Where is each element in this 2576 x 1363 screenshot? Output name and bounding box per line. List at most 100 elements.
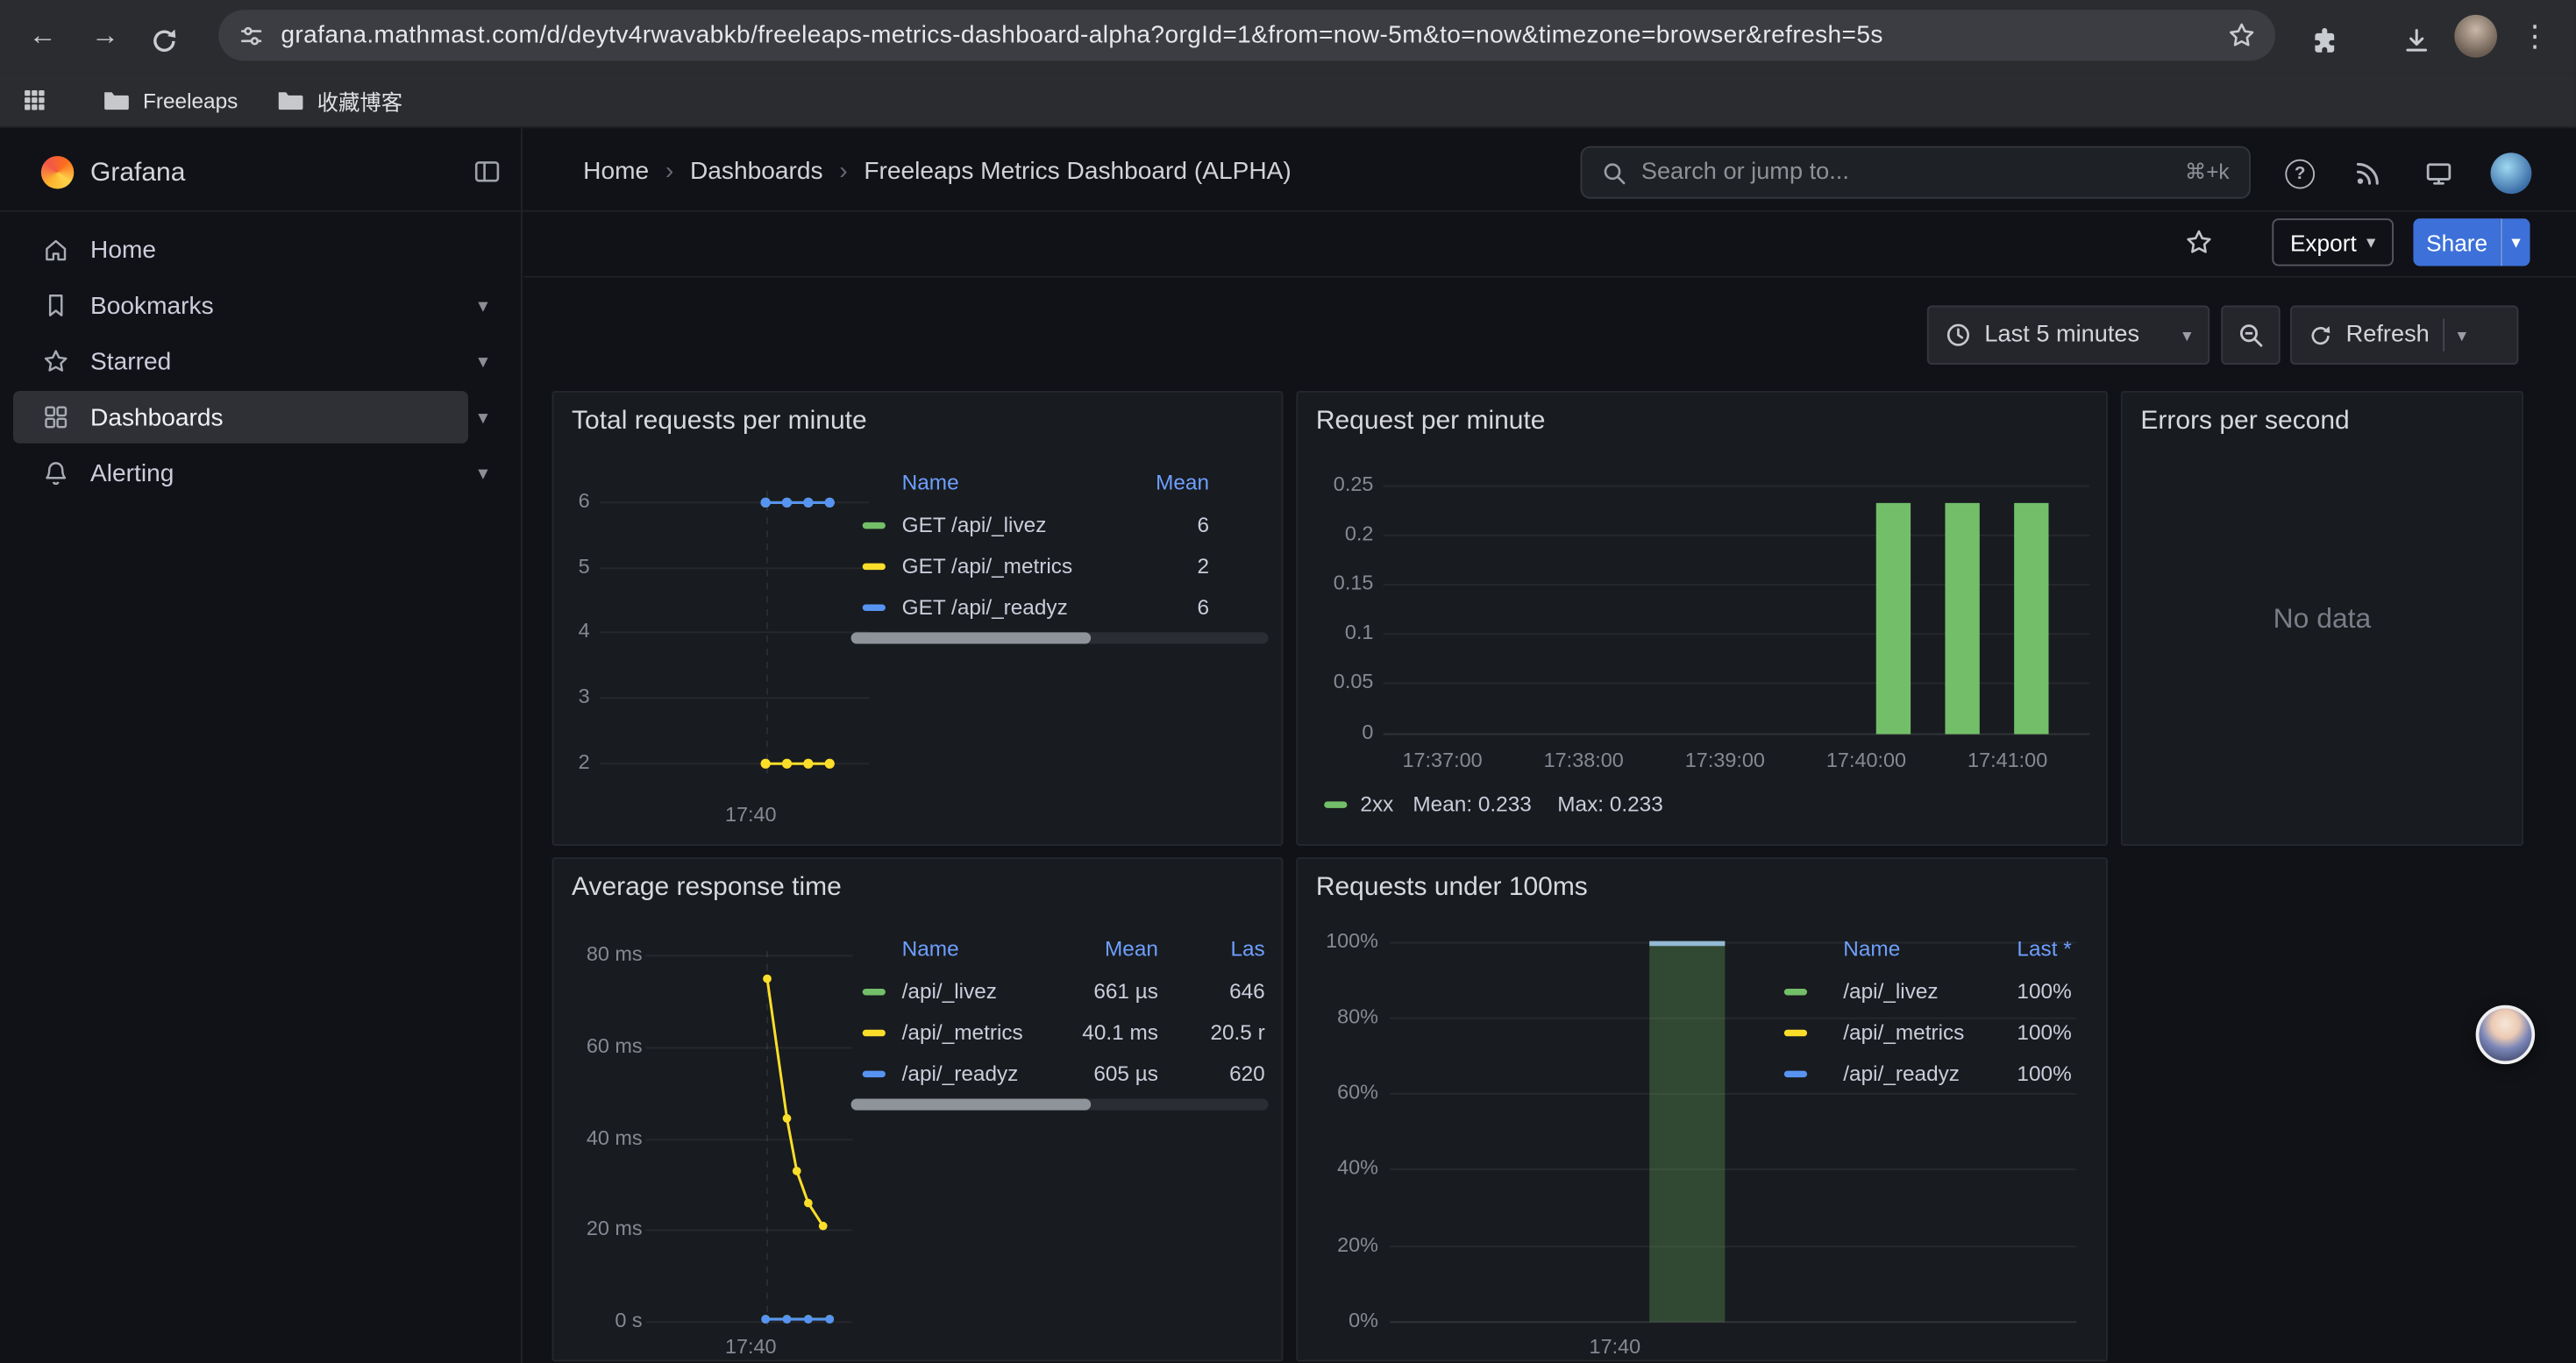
forward-icon[interactable]: → [85, 17, 125, 56]
news-rss-icon[interactable] [2354, 160, 2382, 188]
legend-col-name[interactable]: Name [902, 936, 959, 961]
legend-mean-value: 605 µs [1093, 1061, 1158, 1085]
sidebar-item-home[interactable]: Home [13, 224, 468, 276]
legend-col-last[interactable]: Las [1230, 936, 1264, 961]
legend-series-name[interactable]: /api/_metrics [1843, 1020, 1964, 1045]
series-color-dash[interactable] [863, 605, 886, 611]
chevron-down-icon[interactable]: ▾ [478, 406, 487, 429]
series-color-dash[interactable] [1784, 1030, 1807, 1036]
back-icon[interactable]: ← [23, 17, 62, 56]
url-text[interactable]: grafana.mathmast.com/d/deytv4rwavabkb/fr… [281, 21, 2211, 49]
legend-mean-value: 661 µs [1093, 979, 1158, 1004]
legend-series-name[interactable]: /api/_metrics [902, 1020, 1023, 1045]
bookmark-folder-blogs[interactable]: 收藏博客 [276, 72, 402, 128]
y-tick: 0% [1298, 1309, 1378, 1331]
legend-series-name[interactable]: 2xx [1360, 792, 1393, 816]
legend-series-name[interactable]: GET /api/_metrics [902, 553, 1072, 578]
sidebar-item-bookmarks[interactable]: Bookmarks [13, 280, 468, 332]
share-split-button: Share ▾ [2413, 218, 2530, 266]
y-tick: 0.05 [1298, 670, 1373, 692]
monitor-icon[interactable] [2425, 160, 2453, 188]
legend-col-name[interactable]: Name [1843, 936, 1900, 961]
chevron-down-icon[interactable]: ▾ [478, 294, 487, 316]
user-avatar[interactable] [2491, 153, 2532, 194]
legend-last-value: 20.5 r [1210, 1020, 1264, 1045]
x-tick: 17:41:00 [1948, 749, 2067, 771]
refresh-button[interactable]: Refresh ▾ [2290, 306, 2518, 365]
legend-last-value: 100% [2017, 979, 2071, 1004]
y-tick: 0.1 [1298, 621, 1373, 643]
series-color-dash[interactable] [1324, 801, 1347, 807]
chevron-down-icon[interactable]: ▾ [478, 462, 487, 485]
time-range-picker[interactable]: Last 5 minutes ▾ [1927, 306, 2210, 365]
legend-series-name[interactable]: /api/_livez [902, 979, 997, 1004]
refresh-interval-chevron[interactable]: ▾ [2458, 324, 2466, 345]
legend-scrollbar-thumb[interactable] [851, 632, 1092, 643]
downloads-icon[interactable] [2397, 21, 2437, 60]
x-tick: 17:40 [1557, 1335, 1672, 1358]
help-icon[interactable]: ? [2285, 160, 2315, 189]
legend-series-name[interactable]: /api/_readyz [902, 1061, 1019, 1085]
search-bar[interactable]: ⌘+k [1580, 146, 2250, 199]
y-tick: 20 ms [553, 1217, 642, 1239]
sidebar-item-dashboards[interactable]: Dashboards [13, 391, 468, 444]
panel-title[interactable]: Requests under 100ms [1316, 874, 1588, 904]
legend-col-mean[interactable]: Mean [1156, 470, 1209, 494]
legend-col-mean[interactable]: Mean [1105, 936, 1158, 961]
series-color-dash[interactable] [863, 989, 886, 995]
chevron-down-icon[interactable]: ▾ [478, 350, 487, 373]
apps-grid-icon[interactable] [21, 72, 47, 128]
legend-series-name[interactable]: GET /api/_livez [902, 513, 1047, 537]
legend-col-name[interactable]: Name [902, 470, 959, 494]
panel-title[interactable]: Request per minute [1316, 408, 1546, 437]
legend-last-value: 646 [1229, 979, 1265, 1004]
bookmark-star-icon[interactable] [2228, 21, 2256, 49]
legend-series-name[interactable]: /api/_readyz [1843, 1061, 1960, 1085]
y-tick: 40% [1298, 1156, 1378, 1179]
series-color-dash[interactable] [863, 564, 886, 570]
series-color-dash[interactable] [863, 1030, 886, 1036]
sidebar-item-label: Bookmarks [90, 292, 214, 320]
share-menu-chevron[interactable]: ▾ [2501, 218, 2530, 266]
legend-col-last[interactable]: Last * [2017, 936, 2071, 961]
legend-series-name[interactable]: /api/_livez [1843, 979, 1938, 1004]
series-color-dash[interactable] [1784, 989, 1807, 995]
favorite-star-icon[interactable] [2185, 228, 2213, 256]
series-color-dash[interactable] [863, 1071, 886, 1077]
reload-icon[interactable] [145, 21, 184, 60]
folder-icon [102, 86, 130, 114]
sidebar-item-alerting[interactable]: Alerting [13, 447, 468, 500]
legend-scrollbar[interactable] [851, 1099, 1269, 1111]
breadcrumb-dashboards[interactable]: Dashboards [690, 158, 823, 186]
x-tick: 17:37:00 [1384, 749, 1502, 771]
series-color-dash[interactable] [863, 522, 886, 529]
legend-scrollbar[interactable] [851, 632, 1269, 643]
floating-assistant-avatar[interactable] [2476, 1005, 2535, 1064]
site-settings-icon[interactable] [238, 22, 265, 48]
legend-series-name[interactable]: GET /api/_readyz [902, 594, 1068, 619]
series-color-dash[interactable] [1784, 1071, 1807, 1077]
dock-menu-icon[interactable] [473, 158, 502, 186]
url-bar[interactable]: grafana.mathmast.com/d/deytv4rwavabkb/fr… [218, 10, 2275, 60]
grafana-brand: Grafana [90, 160, 185, 189]
share-button[interactable]: Share [2413, 218, 2500, 266]
legend-scrollbar-thumb[interactable] [851, 1099, 1092, 1111]
y-tick: 80 ms [553, 943, 642, 966]
grafana-logo[interactable] [41, 156, 74, 188]
bookmark-folder-freeleaps[interactable]: Freeleaps [102, 72, 238, 128]
breadcrumb-home[interactable]: Home [583, 158, 649, 186]
breadcrumb-separator: › [665, 158, 673, 186]
time-range-label: Last 5 minutes [1984, 322, 2139, 348]
export-button[interactable]: Export ▾ [2272, 218, 2394, 266]
panel-title[interactable]: Total requests per minute [572, 408, 867, 437]
extensions-icon[interactable] [2305, 21, 2345, 60]
panel-title[interactable]: Average response time [572, 874, 842, 904]
browser-menu-icon[interactable]: ⋮ [2520, 21, 2550, 51]
browser-profile-avatar[interactable] [2454, 15, 2497, 58]
zoom-out-button[interactable] [2221, 306, 2280, 365]
breadcrumb: Home › Dashboards › Freeleaps Metrics Da… [583, 158, 1292, 186]
requests-under-100ms-chart [1298, 859, 2106, 1359]
legend-mean-value: 6 [1197, 513, 1209, 537]
search-input[interactable] [1641, 160, 2170, 186]
sidebar-item-starred[interactable]: Starred [13, 335, 468, 387]
